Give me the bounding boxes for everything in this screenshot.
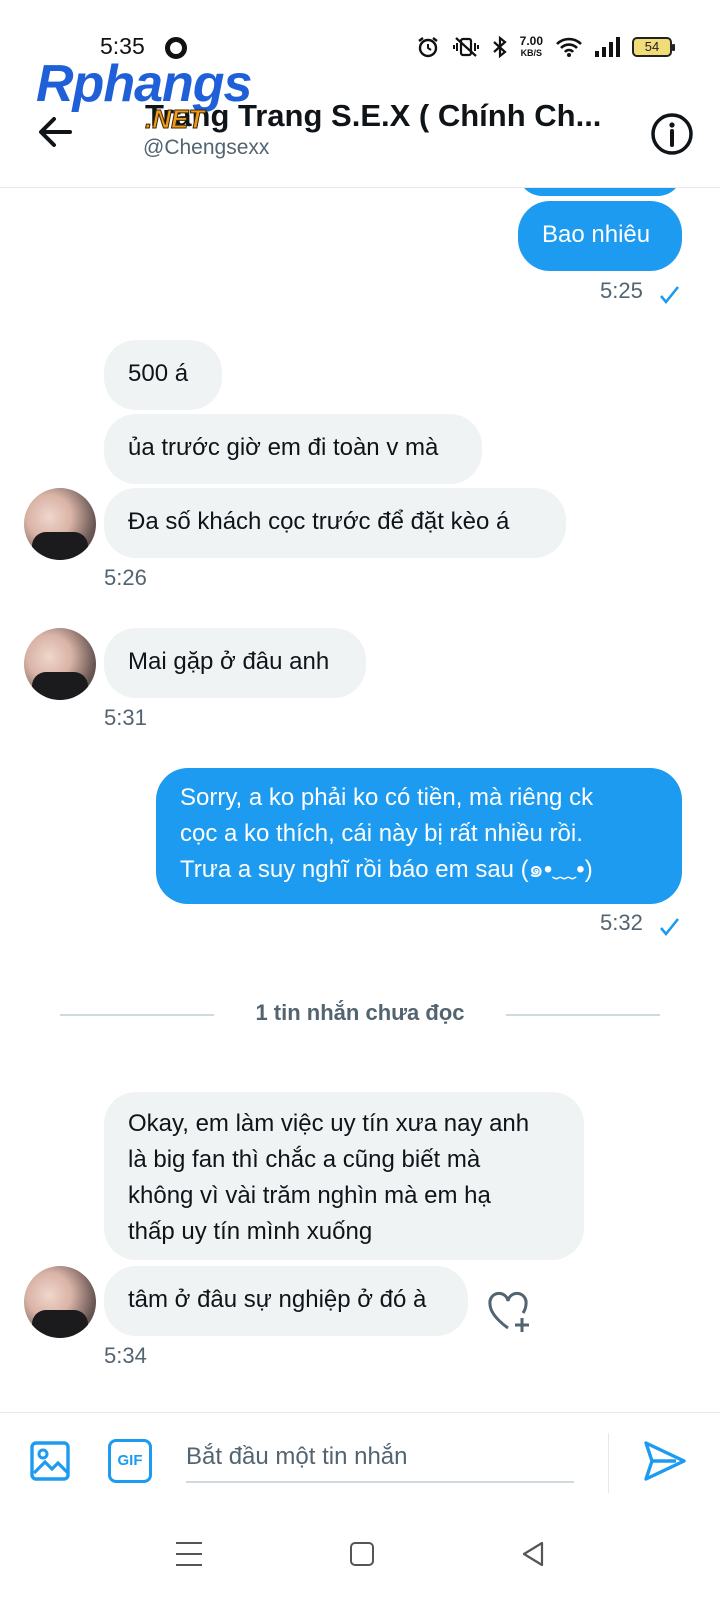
alarm-icon <box>417 37 438 58</box>
message-bubble-incoming[interactable]: ủa trước giờ em đi toàn v mà <box>104 414 482 484</box>
message-bubble-incoming[interactable]: tâm ở đâu sự nghiệp ở đó à <box>104 1266 468 1336</box>
message-timestamp: 5:25 <box>600 278 643 303</box>
image-icon[interactable] <box>28 1439 72 1483</box>
sent-check-icon <box>660 918 680 937</box>
back-arrow-icon[interactable] <box>34 110 78 154</box>
bluetooth-icon <box>492 35 507 59</box>
unread-label: 1 tin nhắn chưa đọc <box>255 1000 465 1025</box>
message-text: Mai gặp ở đâu anh <box>128 648 330 675</box>
message-input[interactable] <box>186 1433 574 1483</box>
home-icon[interactable] <box>350 1542 374 1566</box>
message-bubble-outgoing[interactable]: Bao nhiêu <box>518 201 682 271</box>
message-timestamp: 5:32 <box>600 910 643 935</box>
avatar[interactable] <box>24 488 96 560</box>
nav-back-icon[interactable] <box>520 1540 546 1568</box>
message-text: Sorry, a ko phải ko có tiền, mà riêng ck <box>180 784 594 811</box>
message-text: Bao nhiêu <box>542 221 651 248</box>
watermark-logo: Rphangs <box>36 55 252 113</box>
message-bubble-incoming[interactable]: Mai gặp ở đâu anh <box>104 628 366 698</box>
message-timestamp: 5:26 <box>104 565 147 590</box>
unread-divider: 1 tin nhắn chưa đọc <box>60 996 660 1036</box>
message-text: Đa số khách cọc trước để đặt kèo á <box>128 508 510 535</box>
status-icons: 7.00 KB/S 54 <box>416 32 675 62</box>
vibrate-mute-icon <box>452 37 479 57</box>
watermark-text: Rphangs <box>36 55 252 113</box>
conversation-handle: @Chengsexx <box>143 136 270 159</box>
network-speed-value: 7.00 <box>519 34 543 48</box>
network-speed-unit: KB/S <box>520 48 543 58</box>
message-text: ủa trước giờ em đi toàn v mà <box>128 434 439 461</box>
message-text: Okay, em làm việc uy tín xưa nay anh <box>128 1110 530 1137</box>
message-timestamp: 5:34 <box>104 1343 147 1368</box>
message-text: Trưa a suy nghĩ rồi báo em sau (๑•﹏•) <box>180 856 593 883</box>
message-bubble-incoming[interactable]: 500 á <box>104 340 222 410</box>
watermark-suffix: .NET <box>144 104 205 135</box>
message-text: 500 á <box>128 360 189 387</box>
signal-icon <box>595 37 620 57</box>
gif-button[interactable]: GIF <box>108 1439 152 1483</box>
network-speed: 7.00 KB/S <box>520 35 543 59</box>
message-text: tâm ở đâu sự nghiệp ở đó à <box>128 1286 427 1313</box>
message-list[interactable]: Bao nhiêu 5:25 500 á ủa trước giờ em đi … <box>0 188 720 1412</box>
message-bubble-incoming[interactable]: Okay, em làm việc uy tín xưa nay anh là … <box>104 1092 584 1260</box>
message-bubble-incoming[interactable]: Đa số khách cọc trước để đặt kèo á <box>104 488 566 558</box>
message-text: cọc a ko thích, cái này bị rất nhiều rồi… <box>180 820 583 847</box>
info-icon[interactable] <box>650 112 694 156</box>
message-timestamp: 5:31 <box>104 705 147 730</box>
heart-add-icon[interactable] <box>486 1288 534 1336</box>
message-text: thấp uy tín mình xuống <box>128 1218 373 1245</box>
recent-apps-icon[interactable] <box>176 1542 202 1566</box>
message-text: là big fan thì chắc a cũng biết mà <box>128 1146 481 1173</box>
sent-check-icon <box>660 286 680 305</box>
message-text: không vì vài trăm nghìn mà em hạ <box>128 1182 491 1209</box>
message-composer: GIF <box>0 1412 720 1512</box>
avatar[interactable] <box>24 628 96 700</box>
composer-divider <box>608 1433 609 1493</box>
message-bubble-outgoing[interactable] <box>518 188 682 196</box>
battery-icon: 54 <box>632 37 675 57</box>
system-nav-bar <box>0 1512 720 1600</box>
avatar[interactable] <box>24 1266 96 1338</box>
send-icon[interactable] <box>640 1437 688 1485</box>
wifi-icon <box>556 37 582 57</box>
message-bubble-outgoing[interactable]: Sorry, a ko phải ko có tiền, mà riêng ck… <box>156 768 682 904</box>
